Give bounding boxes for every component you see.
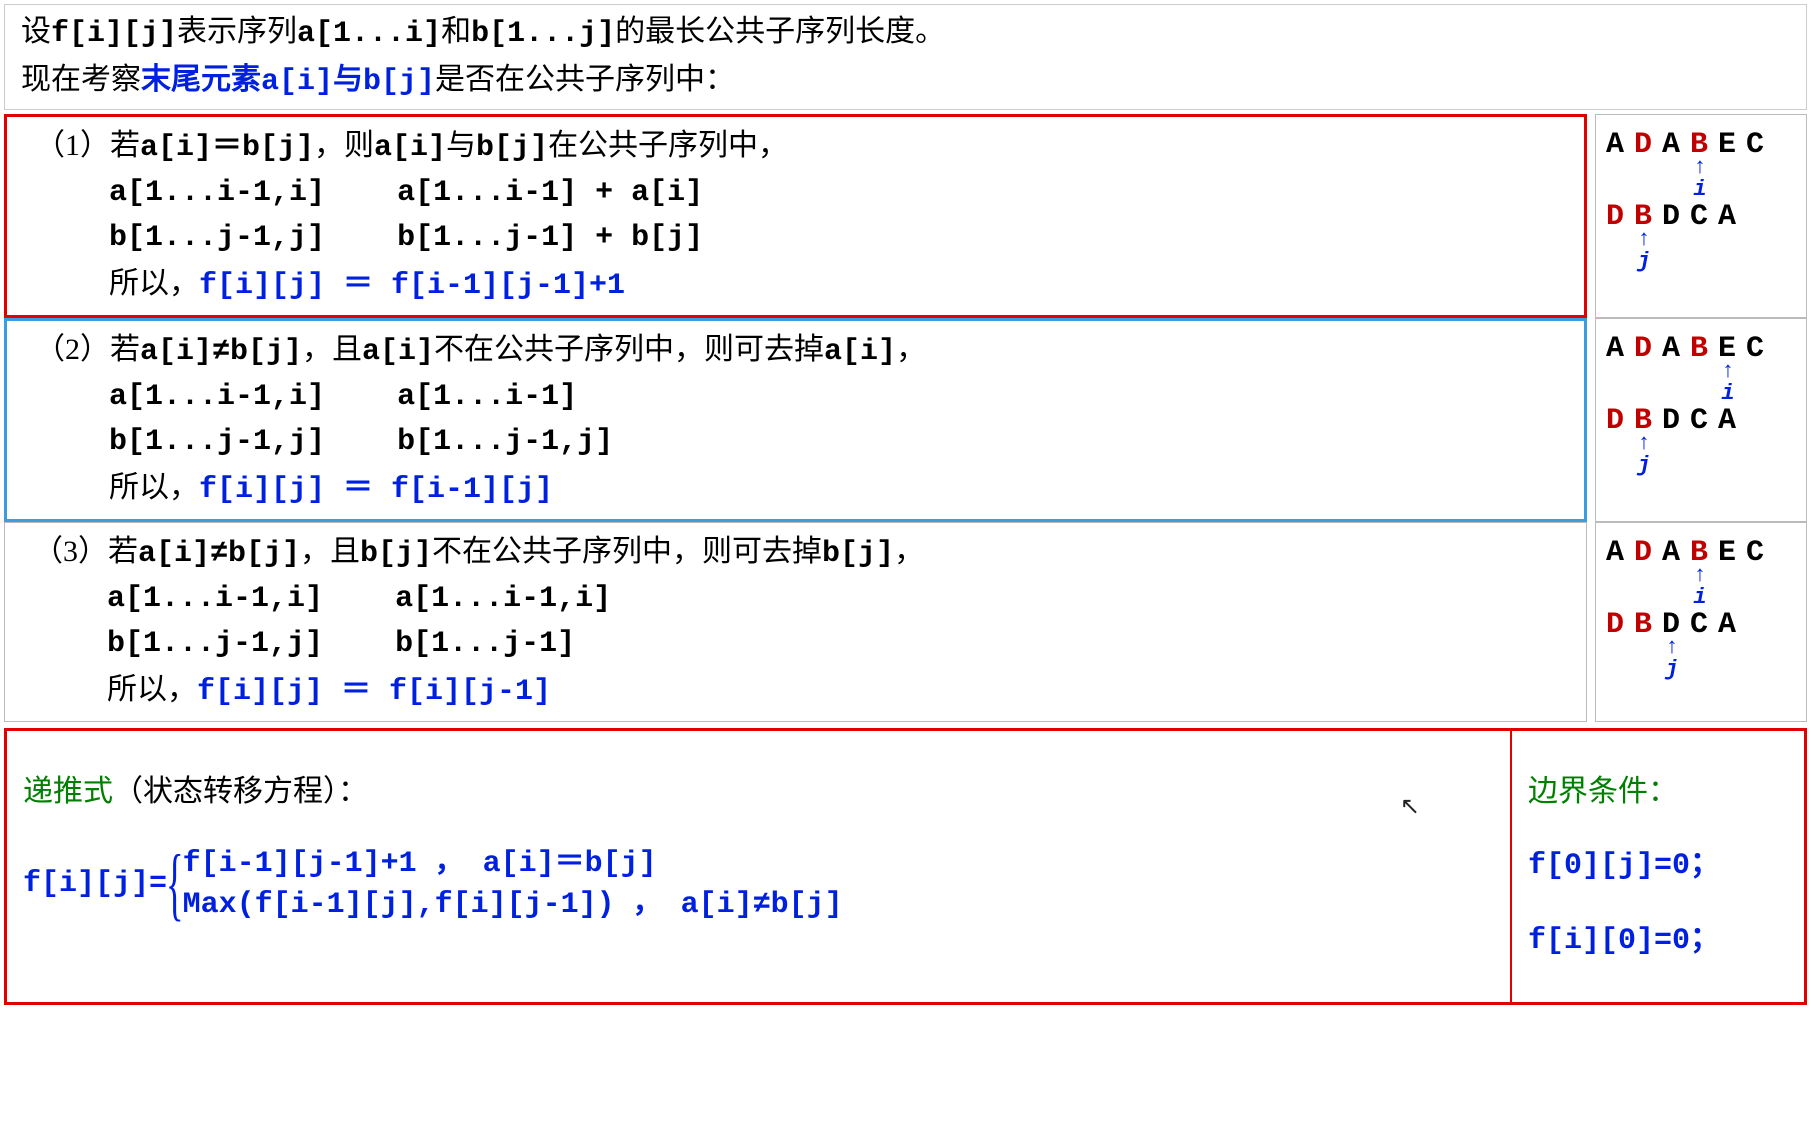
text: a[i] [374, 131, 446, 165]
intro-line-1: 设f[i][j]表示序列a[1...i]和b[1...j]的最长公共子序列长度。 [21, 9, 1790, 57]
seq-a: ADABEC↑i [1606, 123, 1796, 163]
text: f[i][j] ＝ f[i][j-1] [197, 675, 551, 709]
text: a[1...i-1,i] [107, 582, 323, 616]
seq-b: DBDCA↑j [1606, 195, 1796, 235]
text: ，且 [302, 333, 362, 366]
text: b[j] [822, 537, 894, 571]
text: （2）若 [35, 333, 140, 366]
text: 与 [446, 129, 476, 162]
text: f[i][j]= [23, 862, 167, 907]
text: a[1...i-1,i] [395, 582, 611, 616]
text: b[j] [476, 131, 548, 165]
text: b[1...j-1,j] [109, 425, 325, 459]
case-3-head: （3）若a[i]≠b[j]，且b[j]不在公共子序列中，则可去掉b[j]， [33, 529, 1570, 577]
case-1-box: （1）若a[i]＝b[j]，则a[i]与b[j]在公共子序列中， a[1...i… [4, 114, 1587, 318]
case-3-b: b[1...j-1,j] b[1...j-1] [33, 622, 1570, 667]
boundary-title: 边界条件： [1528, 769, 1788, 814]
text: a[1...i-1,i] [109, 176, 325, 210]
text: 设 [21, 15, 51, 48]
text: （1）若 [35, 129, 140, 162]
case-2-row: （2）若a[i]≠b[j]，且a[i]不在公共子序列中，则可去掉a[i]， a[… [4, 318, 1807, 522]
text: b[1...j-1] [395, 627, 575, 661]
text: （状态转移方程）： [113, 775, 368, 808]
text: 递推式 [23, 775, 113, 808]
text: a[i]≠b[j] [140, 335, 302, 369]
text: b[1...j-1,j] [107, 627, 323, 661]
text: a[1...i-1] + a[i] [397, 176, 703, 210]
intro-line-2: 现在考察末尾元素a[i]与b[j]是否在公共子序列中： [21, 57, 1790, 105]
recurrence-box: 递推式（状态转移方程）： f[i][j]= { f[i-1][j-1]+1 ， … [7, 731, 1512, 1002]
text: 和 [441, 15, 471, 48]
case-1-row: （1）若a[i]＝b[j]，则a[i]与b[j]在公共子序列中， a[1...i… [4, 114, 1807, 318]
text: a[1...i-1,i] [109, 380, 325, 414]
text: 不在公共子序列中，则可去掉 [434, 333, 824, 366]
case-2-conc: 所以，f[i][j] ＝ f[i-1][j] [35, 465, 1568, 513]
example-2: ADABEC↑i DBDCA↑j [1595, 318, 1807, 522]
case-3-row: （3）若a[i]≠b[j]，且b[j]不在公共子序列中，则可去掉b[j]， a[… [4, 522, 1807, 722]
text: a[i]＝b[j] [140, 131, 314, 165]
arrow-j: ↑j [1636, 229, 1656, 273]
recurrence-row: 递推式（状态转移方程）： f[i][j]= { f[i-1][j-1]+1 ， … [4, 728, 1807, 1005]
case-2-b: b[1...j-1,j] b[1...j-1,j] [35, 420, 1568, 465]
case-1-b: b[1...j-1,j] b[1...j-1] + b[j] [35, 216, 1568, 261]
cursor-icon: ↖ [1400, 789, 1420, 825]
boundary-2: f[i][0]=0； [1528, 919, 1788, 964]
text: 在公共子序列中， [548, 129, 788, 162]
seq-a: ADABEC↑i [1606, 531, 1796, 571]
text: 不在公共子序列中，则可去掉 [432, 535, 822, 568]
seq-a: ADABEC↑i [1606, 327, 1796, 367]
text: f[i][j] [51, 17, 177, 51]
text: 的最长公共子序列长度。 [615, 15, 945, 48]
case-3-box: （3）若a[i]≠b[j]，且b[j]不在公共子序列中，则可去掉b[j]， a[… [4, 522, 1587, 722]
text: 所以， [107, 673, 197, 706]
intro-box: 设f[i][j]表示序列a[1...i]和b[1...j]的最长公共子序列长度。… [4, 4, 1807, 110]
text: ， [894, 535, 924, 568]
text: f[i][j] ＝ f[i-1][j-1]+1 [199, 269, 625, 303]
text: b[1...j-1,j] [109, 221, 325, 255]
case-1-conc: 所以，f[i][j] ＝ f[i-1][j-1]+1 [35, 261, 1568, 309]
text: ，则 [314, 129, 374, 162]
text: 末尾元素a[i]与b[j] [141, 65, 435, 99]
brace-icon: { [166, 852, 184, 917]
recurrence-title: 递推式（状态转移方程）： [23, 769, 1494, 814]
text: 是否在公共子序列中： [435, 63, 735, 96]
recurrence-cases: f[i-1][j-1]+1 ， a[i]＝b[j] Max(f[i-1][j],… [183, 844, 843, 925]
text: a[1...i-1] [397, 380, 577, 414]
arrow-j: ↑j [1664, 637, 1684, 681]
text: ，且 [300, 535, 360, 568]
text: （3）若 [33, 535, 138, 568]
case-2-head: （2）若a[i]≠b[j]，且a[i]不在公共子序列中，则可去掉a[i]， [35, 327, 1568, 375]
example-1: ADABEC↑i DBDCA↑j [1595, 114, 1807, 318]
case-2-a: a[1...i-1,i] a[1...i-1] [35, 375, 1568, 420]
text: a[1...i] [297, 17, 441, 51]
text: f[i-1][j-1]+1 ， a[i]＝b[j] [183, 847, 657, 881]
text: a[i] [362, 335, 434, 369]
case-1-a: a[1...i-1,i] a[1...i-1] + a[i] [35, 171, 1568, 216]
recurrence-formula: f[i][j]= { f[i-1][j-1]+1 ， a[i]＝b[j] Max… [23, 844, 843, 925]
text: 现在考察 [21, 63, 141, 96]
text: b[1...j] [471, 17, 615, 51]
text: b[j] [360, 537, 432, 571]
case-1-head: （1）若a[i]＝b[j]，则a[i]与b[j]在公共子序列中， [35, 123, 1568, 171]
text: f[i][j] ＝ f[i-1][j] [199, 473, 553, 507]
boundary-1: f[0][j]=0； [1528, 844, 1788, 889]
case-2-box: （2）若a[i]≠b[j]，且a[i]不在公共子序列中，则可去掉a[i]， a[… [4, 318, 1587, 522]
seq-b: DBDCA↑j [1606, 399, 1796, 439]
text: a[i]≠b[j] [138, 537, 300, 571]
text: a[i] [824, 335, 896, 369]
text: Max(f[i-1][j],f[i][j-1]) ， a[i]≠b[j] [183, 888, 843, 922]
text: b[1...j-1,j] [397, 425, 613, 459]
text: 所以， [109, 471, 199, 504]
seq-b: DBDCA↑j [1606, 603, 1796, 643]
text: 表示序列 [177, 15, 297, 48]
text: ， [896, 333, 926, 366]
text: b[1...j-1] + b[j] [397, 221, 703, 255]
arrow-j: ↑j [1636, 433, 1656, 477]
example-3: ADABEC↑i DBDCA↑j [1595, 522, 1807, 722]
case-3-conc: 所以，f[i][j] ＝ f[i][j-1] [33, 667, 1570, 715]
text: 所以， [109, 267, 199, 300]
boundary-box: 边界条件： f[0][j]=0； f[i][0]=0； [1512, 731, 1804, 1002]
text: 边界条件： [1528, 775, 1678, 808]
case-3-a: a[1...i-1,i] a[1...i-1,i] [33, 577, 1570, 622]
